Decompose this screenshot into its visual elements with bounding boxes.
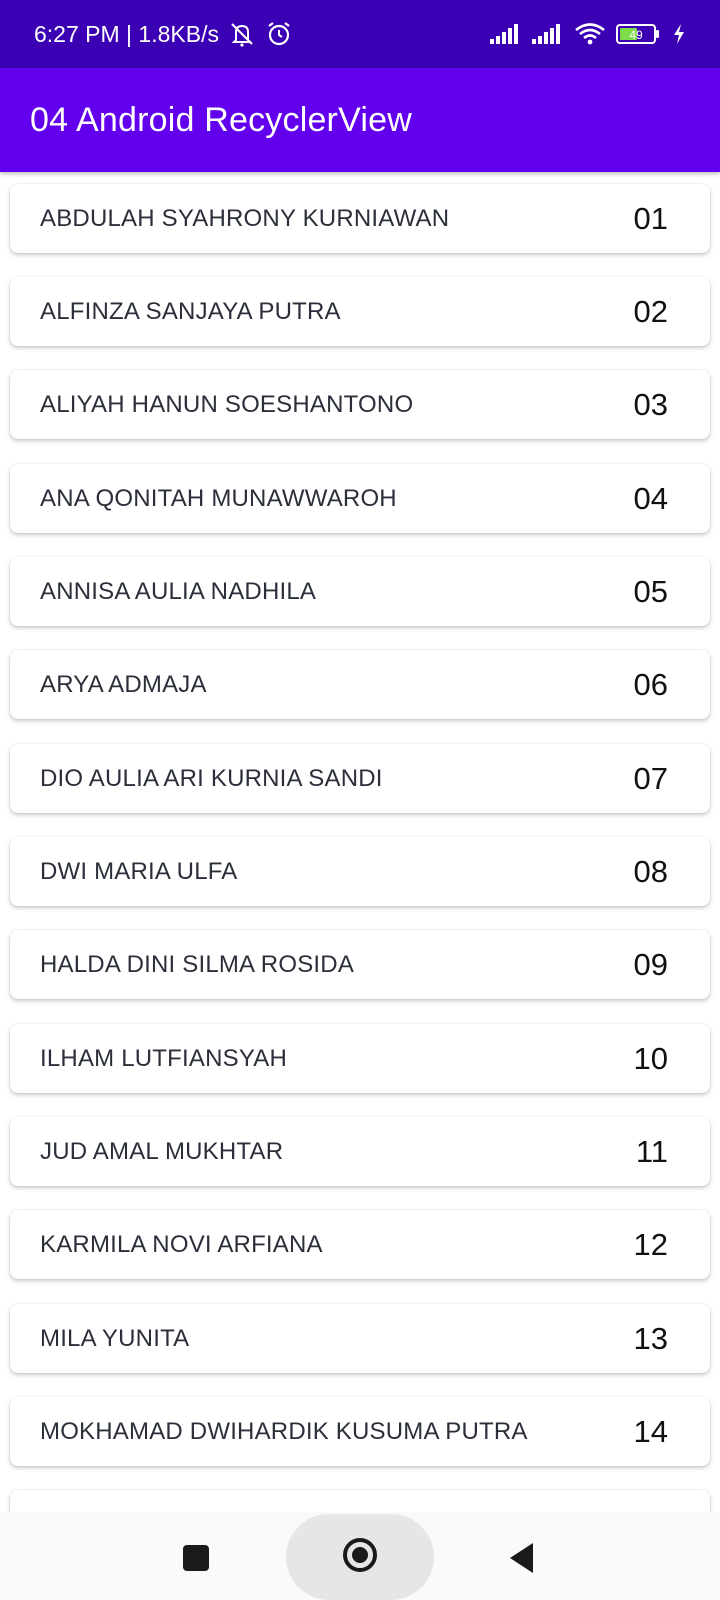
alarm-icon bbox=[265, 20, 293, 48]
list-item[interactable]: ANNISA AULIA NADHILA 05 bbox=[10, 557, 710, 626]
item-name: ANA QONITAH MUNAWWAROH bbox=[40, 484, 397, 512]
status-right: 49 bbox=[490, 22, 686, 46]
item-name: DIO AULIA ARI KURNIA SANDI bbox=[40, 764, 383, 792]
home-circle-icon bbox=[341, 1536, 379, 1579]
item-number: 08 bbox=[633, 853, 668, 889]
item-name: ILHAM LUTFIANSYAH bbox=[40, 1044, 287, 1072]
list-item[interactable]: DWI MARIA ULFA 08 bbox=[10, 837, 710, 906]
recents-square-icon bbox=[181, 1543, 211, 1578]
list-item[interactable] bbox=[10, 1490, 710, 1512]
mute-bell-icon bbox=[227, 21, 257, 47]
item-name: KARMILA NOVI ARFIANA bbox=[40, 1230, 323, 1258]
battery-level: 49 bbox=[629, 28, 643, 42]
signal-icon bbox=[490, 23, 522, 45]
item-name: MILA YUNITA bbox=[40, 1324, 190, 1352]
list-item[interactable]: ALFINZA SANJAYA PUTRA 02 bbox=[10, 277, 710, 346]
item-number: 03 bbox=[633, 386, 668, 422]
list-item[interactable]: ILHAM LUTFIANSYAH 10 bbox=[10, 1024, 710, 1093]
wifi-icon bbox=[574, 22, 606, 46]
back-button[interactable] bbox=[494, 1532, 550, 1588]
item-name: MOKHAMAD DWIHARDIK KUSUMA PUTRA bbox=[40, 1417, 528, 1445]
list-item[interactable]: ARYA ADMAJA 06 bbox=[10, 650, 710, 719]
item-name: ARYA ADMAJA bbox=[40, 670, 207, 698]
item-name: ALFINZA SANJAYA PUTRA bbox=[40, 297, 341, 325]
status-left: 6:27 PM | 1.8KB/s bbox=[34, 20, 293, 48]
item-number: 05 bbox=[633, 573, 668, 609]
list-item[interactable]: DIO AULIA ARI KURNIA SANDI 07 bbox=[10, 744, 710, 813]
item-number: 10 bbox=[633, 1040, 668, 1076]
item-name: ANNISA AULIA NADHILA bbox=[40, 577, 317, 605]
list-item[interactable]: MOKHAMAD DWIHARDIK KUSUMA PUTRA 14 bbox=[10, 1397, 710, 1466]
item-number: 13 bbox=[633, 1320, 668, 1356]
list-item[interactable]: HALDA DINI SILMA ROSIDA 09 bbox=[10, 930, 710, 999]
item-name: ALIYAH HANUN SOESHANTONO bbox=[40, 390, 414, 418]
item-name: ABDULAH SYAHRONY KURNIAWAN bbox=[40, 204, 450, 232]
back-triangle-icon bbox=[507, 1541, 537, 1580]
recycler-list[interactable]: ABDULAH SYAHRONY KURNIAWAN 01 ALFINZA SA… bbox=[0, 172, 720, 1512]
status-time-speed: 6:27 PM | 1.8KB/s bbox=[34, 20, 219, 47]
item-number: 06 bbox=[633, 666, 668, 702]
navigation-bar bbox=[0, 1512, 720, 1600]
item-number: 09 bbox=[633, 946, 668, 982]
charging-bolt-icon bbox=[672, 23, 686, 45]
list-item[interactable]: ABDULAH SYAHRONY KURNIAWAN 01 bbox=[10, 184, 710, 253]
item-number: 11 bbox=[635, 1133, 668, 1169]
item-number: 07 bbox=[633, 760, 668, 796]
list-item[interactable]: MILA YUNITA 13 bbox=[10, 1304, 710, 1373]
battery-icon: 49 bbox=[616, 23, 662, 45]
item-number: 01 bbox=[633, 200, 668, 236]
list-item[interactable]: ANA QONITAH MUNAWWAROH 04 bbox=[10, 464, 710, 533]
home-button[interactable] bbox=[286, 1514, 434, 1600]
list-item[interactable]: KARMILA NOVI ARFIANA 12 bbox=[10, 1210, 710, 1279]
item-number: 02 bbox=[633, 293, 668, 329]
status-bar: 6:27 PM | 1.8KB/s 49 bbox=[0, 0, 720, 68]
item-number: 04 bbox=[633, 480, 668, 516]
app-bar: 04 Android RecyclerView bbox=[0, 68, 720, 172]
item-name: DWI MARIA ULFA bbox=[40, 857, 238, 885]
app-title: 04 Android RecyclerView bbox=[30, 100, 412, 139]
list-item[interactable]: ALIYAH HANUN SOESHANTONO 03 bbox=[10, 370, 710, 439]
signal-icon bbox=[532, 23, 564, 45]
list-item[interactable]: JUD AMAL MUKHTAR 11 bbox=[10, 1117, 710, 1186]
recents-button[interactable] bbox=[168, 1532, 224, 1588]
item-number: 14 bbox=[633, 1413, 668, 1449]
item-number: 12 bbox=[633, 1226, 668, 1262]
item-name: JUD AMAL MUKHTAR bbox=[40, 1137, 284, 1165]
item-name: HALDA DINI SILMA ROSIDA bbox=[40, 950, 355, 978]
